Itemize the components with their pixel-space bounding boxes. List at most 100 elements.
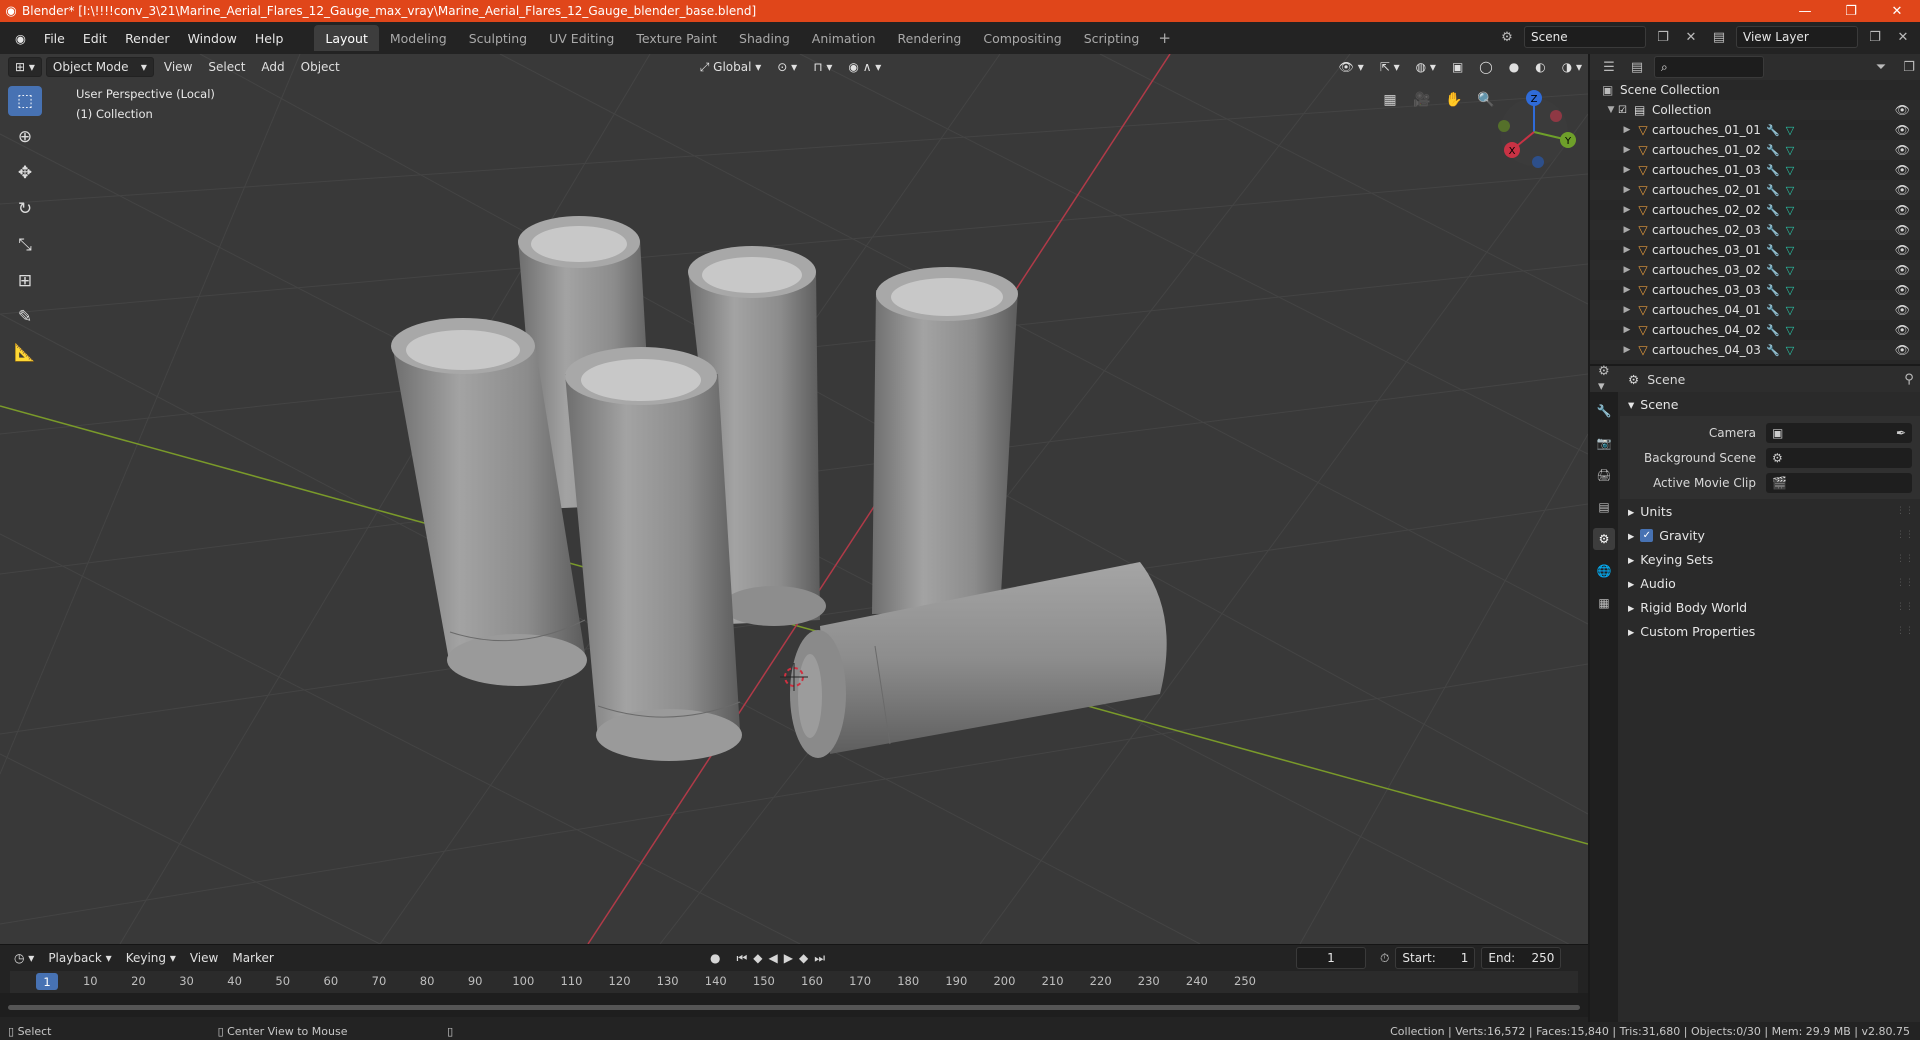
tab-uv-editing[interactable]: UV Editing <box>538 25 625 51</box>
mesh-data-icon[interactable]: ▽ <box>1786 284 1794 297</box>
minimize-button[interactable]: — <box>1782 4 1828 19</box>
pivot-icon[interactable]: ⊙ ▾ <box>771 57 803 77</box>
background-scene-field[interactable]: ⚙ <box>1766 447 1912 468</box>
wrench-modifier-icon[interactable]: 🔧 <box>1766 244 1780 257</box>
menu-file[interactable]: File <box>35 31 74 46</box>
jump-start-icon[interactable]: ⏮ <box>736 951 747 966</box>
outliner-object-row[interactable]: ▶ ▽ cartouches_02_02 🔧 ▽ 👁 <box>1590 200 1920 220</box>
eye-icon[interactable]: 👁 <box>1895 163 1910 177</box>
wrench-modifier-icon[interactable]: 🔧 <box>1766 284 1780 297</box>
material-shading-icon[interactable]: ◐ <box>1529 57 1551 77</box>
outliner-search-input[interactable]: ⌕ <box>1654 56 1764 78</box>
wrench-modifier-icon[interactable]: 🔧 <box>1766 224 1780 237</box>
play-icon[interactable]: ▶ <box>784 951 793 965</box>
eye-icon[interactable]: 👁 <box>1895 223 1910 237</box>
view-layer-field[interactable]: View Layer <box>1736 26 1858 48</box>
measure-tool-icon[interactable]: 📐 <box>8 338 42 368</box>
subpanel-header[interactable]: ▸ Units ⋮⋮ <box>1620 499 1920 523</box>
outliner-editor-type-icon[interactable]: ☰ <box>1598 56 1620 78</box>
start-frame-field[interactable]: Start: 1 <box>1395 947 1476 969</box>
scene-collection-row[interactable]: ▣ Scene Collection <box>1590 80 1920 100</box>
menu-timeline-view[interactable]: View <box>184 948 224 968</box>
select-box-tool-icon[interactable]: ⬚ <box>8 86 42 116</box>
display-mode-icon[interactable]: ▤ <box>1626 56 1648 78</box>
properties-editor-type-icon[interactable]: ⚙ ▾ <box>1598 364 1620 394</box>
view-layer-icon[interactable]: ▤ <box>1708 26 1730 48</box>
wrench-modifier-icon[interactable]: 🔧 <box>1766 204 1780 217</box>
solid-shading-icon[interactable]: ● <box>1503 57 1525 77</box>
wrench-modifier-icon[interactable]: 🔧 <box>1766 264 1780 277</box>
snap-icon[interactable]: ⊓ ▾ <box>807 57 838 77</box>
drag-handle-icon[interactable]: ⋮⋮ <box>1896 602 1914 612</box>
mesh-data-icon[interactable]: ▽ <box>1786 144 1794 157</box>
outliner-object-row[interactable]: ▶ ▽ cartouches_02_03 🔧 ▽ 👁 <box>1590 220 1920 240</box>
filter-icon[interactable]: ⏷ <box>1870 56 1892 78</box>
mesh-data-icon[interactable]: ▽ <box>1786 264 1794 277</box>
scene-panel-header[interactable]: ▾ Scene <box>1620 392 1920 416</box>
active-movie-clip-field[interactable]: 🎬 <box>1766 472 1912 493</box>
tab-scripting[interactable]: Scripting <box>1073 25 1151 51</box>
delete-scene-icon[interactable]: ✕ <box>1680 26 1702 48</box>
outliner-object-row[interactable]: ▶ ▽ cartouches_04_01 🔧 ▽ 👁 <box>1590 300 1920 320</box>
mesh-data-icon[interactable]: ▽ <box>1786 344 1794 357</box>
wrench-modifier-icon[interactable]: 🔧 <box>1766 304 1780 317</box>
menu-view[interactable]: View <box>158 57 198 77</box>
eye-icon[interactable]: 👁 <box>1895 123 1910 137</box>
tab-animation[interactable]: Animation <box>801 25 887 51</box>
world-tab-icon[interactable]: 🌐 <box>1593 560 1615 582</box>
eyedropper-icon[interactable]: ✒ <box>1896 426 1906 440</box>
eye-icon[interactable]: 👁 <box>1895 343 1910 357</box>
checkbox-icon[interactable]: ☑ <box>1618 105 1634 116</box>
wireframe-shading-icon[interactable]: ◯ <box>1473 57 1498 77</box>
timeline-body[interactable] <box>0 993 1588 1017</box>
mesh-data-icon[interactable]: ▽ <box>1786 204 1794 217</box>
eye-icon[interactable]: 👁 <box>1895 143 1910 157</box>
wrench-modifier-icon[interactable]: 🔧 <box>1766 344 1780 357</box>
new-collection-icon[interactable]: ❐ <box>1898 56 1920 78</box>
subpanel-header[interactable]: ▸ Custom Properties ⋮⋮ <box>1620 619 1920 643</box>
subpanel-header[interactable]: ▸ Audio ⋮⋮ <box>1620 571 1920 595</box>
tab-layout[interactable]: Layout <box>314 25 379 51</box>
editor-type-icon[interactable]: ⊞ ▾ <box>8 57 42 77</box>
close-button[interactable]: ✕ <box>1874 4 1920 19</box>
menu-edit[interactable]: Edit <box>74 31 116 46</box>
proportional-edit-icon[interactable]: ◉ ∧ ▾ <box>842 57 887 77</box>
outliner-object-row[interactable]: ▶ ▽ cartouches_01_02 🔧 ▽ 👁 <box>1590 140 1920 160</box>
mesh-data-icon[interactable]: ▽ <box>1786 164 1794 177</box>
menu-select[interactable]: Select <box>202 57 251 77</box>
tool-tab-icon[interactable]: 🔧 <box>1593 400 1615 422</box>
scene-tab-icon[interactable]: ⚙ <box>1593 528 1615 550</box>
wrench-modifier-icon[interactable]: 🔧 <box>1766 164 1780 177</box>
camera-view-icon[interactable]: 🎥 <box>1410 88 1434 112</box>
mesh-data-icon[interactable]: ▽ <box>1786 124 1794 137</box>
expand-triangle-icon[interactable]: ▶ <box>1620 285 1634 295</box>
expand-triangle-icon[interactable]: ▶ <box>1620 145 1634 155</box>
menu-object[interactable]: Object <box>295 57 346 77</box>
transform-orientation-dropdown[interactable]: ⤢ Global ▾ <box>694 57 768 77</box>
outliner-object-row[interactable]: ▶ ▽ cartouches_01_03 🔧 ▽ 👁 <box>1590 160 1920 180</box>
menu-add[interactable]: Add <box>255 57 290 77</box>
outliner-object-row[interactable]: ▶ ▽ cartouches_03_01 🔧 ▽ 👁 <box>1590 240 1920 260</box>
pin-icon[interactable]: ⚲ <box>1898 368 1920 390</box>
tab-modeling[interactable]: Modeling <box>379 25 458 51</box>
navigation-gizmo[interactable]: Z Y X <box>1486 84 1588 194</box>
stopwatch-icon[interactable]: ⏱ <box>1380 951 1389 966</box>
collection-row[interactable]: ▼ ☑ ▤ Collection 👁 <box>1590 100 1920 120</box>
timeline-editor-type-icon[interactable]: ◷ ▾ <box>8 948 40 968</box>
rotate-tool-icon[interactable]: ↻ <box>8 194 42 224</box>
gravity-checkbox[interactable]: ✓ <box>1640 528 1654 542</box>
outliner-object-row[interactable]: ▶ ▽ cartouches_04_02 🔧 ▽ 👁 <box>1590 320 1920 340</box>
overlay-toggle-icon[interactable]: ◍ ▾ <box>1410 57 1442 77</box>
wrench-modifier-icon[interactable]: 🔧 <box>1766 324 1780 337</box>
tab-rendering[interactable]: Rendering <box>887 25 973 51</box>
rendered-shading-icon[interactable]: ◑ ▾ <box>1556 57 1588 77</box>
menu-help[interactable]: Help <box>246 31 293 46</box>
menu-window[interactable]: Window <box>179 31 246 46</box>
scene-field[interactable]: Scene <box>1524 26 1646 48</box>
play-reverse-icon[interactable]: ◀ <box>769 951 778 965</box>
jump-keyframe-forward-icon[interactable]: ◆ <box>799 951 808 965</box>
outliner-object-row[interactable]: ▶ ▽ cartouches_02_01 🔧 ▽ 👁 <box>1590 180 1920 200</box>
outliner-object-row[interactable]: ▶ ▽ cartouches_03_02 🔧 ▽ 👁 <box>1590 260 1920 280</box>
current-frame-indicator[interactable]: 1 <box>36 973 58 990</box>
pan-hand-icon[interactable]: ✋ <box>1442 88 1466 112</box>
